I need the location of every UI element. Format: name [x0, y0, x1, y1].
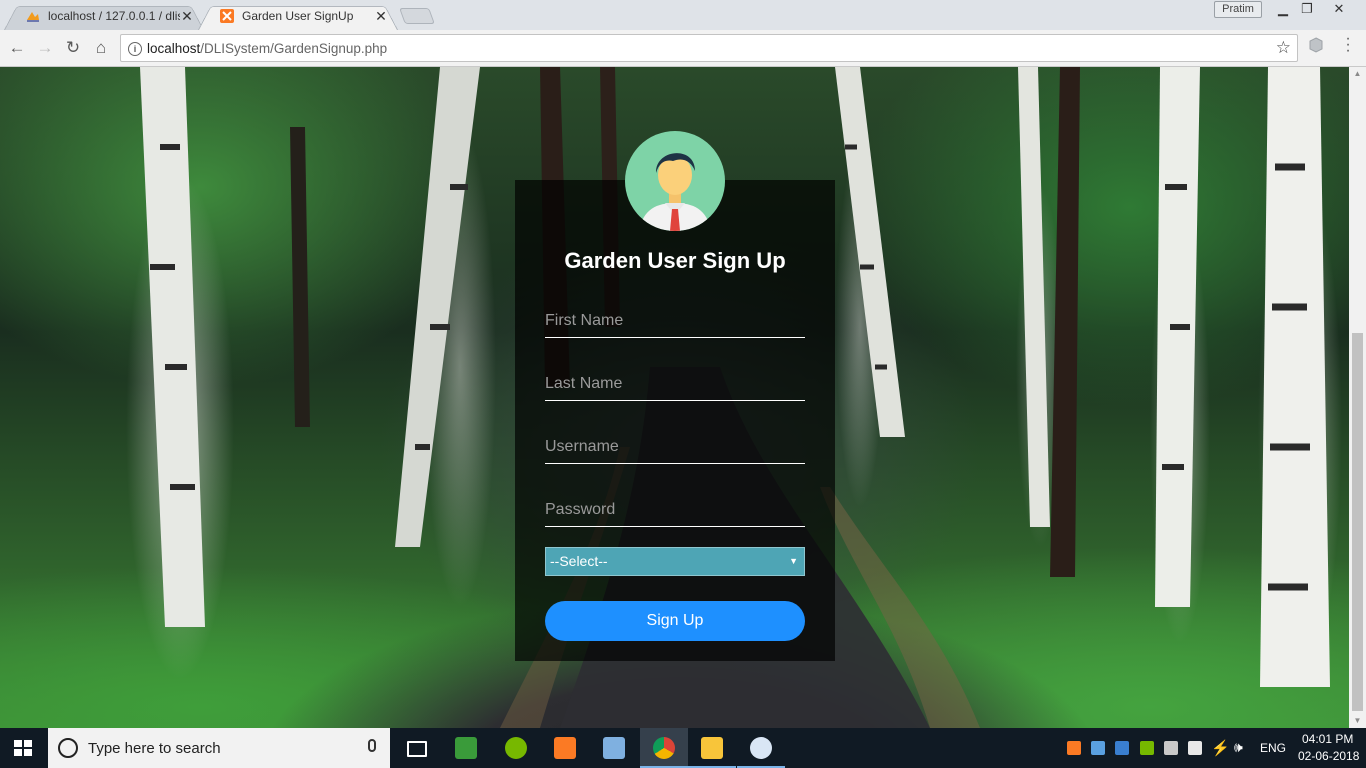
tab-strip: localhost / 127.0.0.1 / dlis ✕ Garden Us… [0, 0, 1366, 31]
scroll-up-icon[interactable]: ▲ [1349, 67, 1366, 81]
reload-icon[interactable]: ↻ [63, 38, 83, 58]
profile-button[interactable]: Pratim [1214, 1, 1262, 18]
xampp-icon [220, 9, 234, 23]
page-scrollbar[interactable]: ▲ ▼ [1349, 67, 1366, 728]
clock-date[interactable]: 02-06-2018 [1298, 749, 1359, 763]
task-view-button[interactable] [392, 728, 440, 768]
extension-icon[interactable] [1308, 37, 1324, 53]
app-tray-icon[interactable] [1115, 741, 1129, 755]
windows-start-icon[interactable] [14, 740, 32, 756]
volume-icon[interactable]: 🕪 [1234, 739, 1243, 756]
tab-title: localhost / 127.0.0.1 / dlis [48, 9, 180, 23]
minimize-icon[interactable]: ▁ [1270, 0, 1296, 18]
tab-phpmyadmin[interactable]: localhost / 127.0.0.1 / dlis ✕ [4, 2, 204, 31]
taskbar-notepad-app[interactable] [442, 728, 490, 768]
back-arrow-icon[interactable]: ← [7, 38, 27, 58]
password-input[interactable] [545, 493, 805, 527]
network-icon[interactable]: ⚡ [1211, 739, 1230, 757]
taskbar-xampp-app[interactable] [541, 728, 589, 768]
taskbar-utorrent-app[interactable] [492, 728, 540, 768]
info-icon[interactable]: i [128, 42, 142, 56]
taskbar-search[interactable]: Type here to search [48, 728, 390, 768]
phpmyadmin-icon [27, 12, 39, 22]
restore-icon[interactable]: ❐ [1294, 0, 1320, 18]
first-name-input[interactable] [545, 304, 805, 338]
folder-icon [701, 737, 723, 759]
address-bar[interactable]: i localhost/DLISystem/GardenSignup.php ☆ [120, 34, 1298, 62]
url-text[interactable]: localhost/DLISystem/GardenSignup.php [147, 41, 387, 56]
xampp-icon [554, 737, 576, 759]
microphone-icon[interactable] [368, 739, 376, 752]
taskbar-virtualbox-app[interactable] [590, 728, 638, 768]
virtualbox-icon [603, 737, 625, 759]
tab-garden-signup[interactable]: Garden User SignUp ✕ [198, 2, 398, 31]
chrome-icon [653, 737, 675, 759]
username-input[interactable] [545, 430, 805, 464]
language-indicator[interactable]: ENG [1260, 741, 1286, 755]
form-title: Garden User Sign Up [564, 248, 786, 273]
close-tab-icon[interactable]: ✕ [180, 8, 194, 25]
xampp-tray-icon[interactable] [1067, 741, 1081, 755]
network-drive-tray-icon[interactable] [1091, 741, 1105, 755]
nvidia-tray-icon[interactable] [1140, 741, 1154, 755]
taskbar-chrome-app[interactable] [640, 728, 688, 768]
cortana-icon [58, 738, 78, 758]
forward-arrow-icon[interactable]: → [35, 38, 55, 58]
windows-taskbar: Type here to search ⚡ 🕪 ENG 04:01 PM 02-… [0, 728, 1366, 768]
taskbar-paint-app[interactable] [737, 728, 785, 768]
notepad-icon [455, 737, 477, 759]
role-select[interactable]: --Select-- ▼ [545, 547, 805, 576]
paint-icon [750, 737, 772, 759]
user-avatar [625, 131, 725, 231]
bookmark-star-icon[interactable]: ☆ [1276, 38, 1291, 58]
last-name-input[interactable] [545, 367, 805, 401]
close-window-icon[interactable]: ✕ [1326, 0, 1352, 18]
select-value: --Select-- [550, 553, 608, 569]
security-tray-icon[interactable] [1188, 741, 1202, 755]
keyboard-tray-icon[interactable] [1164, 741, 1178, 755]
task-view-icon [407, 741, 427, 757]
taskbar-file-explorer-app[interactable] [688, 728, 736, 768]
home-icon[interactable]: ⌂ [91, 38, 111, 58]
menu-icon[interactable]: · · · [1342, 31, 1354, 59]
utorrent-icon [505, 737, 527, 759]
signup-button[interactable]: Sign Up [545, 601, 805, 641]
search-placeholder: Type here to search [88, 740, 221, 757]
chevron-down-icon: ▼ [789, 556, 798, 566]
tab-title: Garden User SignUp [242, 9, 354, 23]
close-tab-icon[interactable]: ✕ [374, 8, 388, 25]
scroll-thumb[interactable] [1352, 333, 1363, 711]
clock-time[interactable]: 04:01 PM [1302, 732, 1353, 746]
new-tab-button[interactable] [399, 8, 435, 24]
browser-toolbar: ← → ↻ ⌂ i localhost/DLISystem/GardenSign… [0, 30, 1366, 67]
avatar-icon [639, 153, 711, 231]
scroll-down-icon[interactable]: ▼ [1349, 714, 1366, 728]
